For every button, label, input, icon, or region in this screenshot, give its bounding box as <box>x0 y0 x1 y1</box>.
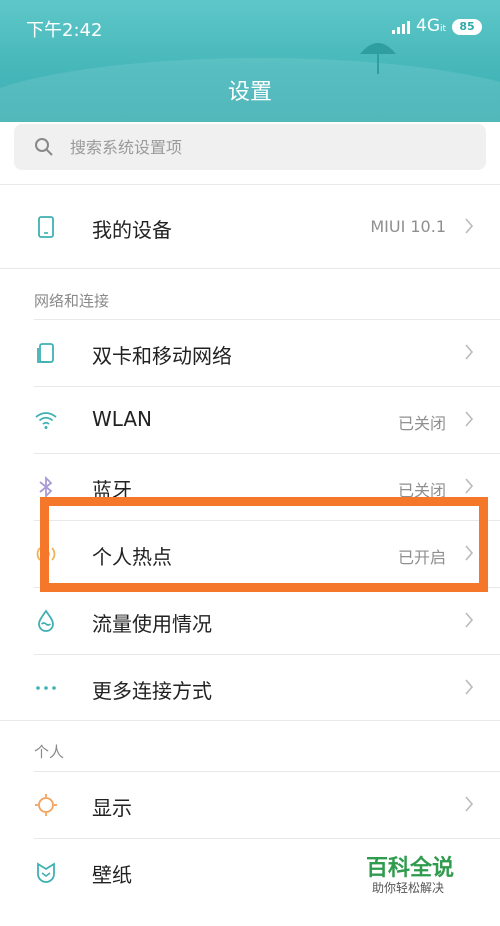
chevron-right-icon <box>465 478 474 494</box>
brightness-icon <box>35 794 57 816</box>
battery-icon: 85 <box>452 19 482 35</box>
row-more-connections[interactable]: 更多连接方式 <box>0 655 500 721</box>
watermark-subtitle: 助你轻松解决 <box>372 881 445 895</box>
section-label-personal: 个人 <box>34 743 65 761</box>
chevron-right-icon <box>465 612 474 628</box>
umbrella-icon <box>360 43 396 74</box>
row-my-device[interactable]: 我的设备 MIUI 10.1 <box>0 194 500 260</box>
watermark-title: 百科全说 <box>366 856 455 881</box>
annotation-highlight-box <box>40 497 488 592</box>
row-label: 我的设备 <box>92 218 172 242</box>
row-label: 更多连接方式 <box>92 679 212 703</box>
bluetooth-icon <box>39 475 53 499</box>
data-usage-icon <box>38 609 54 632</box>
row-value: MIUI 10.1 <box>370 217 446 236</box>
row-label: 流量使用情况 <box>92 612 212 636</box>
header: 下午2:42 4Git 85 设置 <box>0 0 500 122</box>
chevron-right-icon <box>465 796 474 812</box>
search-bar[interactable] <box>14 124 486 170</box>
signal-icon <box>392 20 412 34</box>
chevron-right-icon <box>465 411 474 427</box>
chevron-right-icon <box>465 679 474 695</box>
row-value: 已关闭 <box>397 414 446 433</box>
search-icon <box>35 138 53 156</box>
row-display[interactable]: 显示 <box>0 772 500 838</box>
sim-card-icon <box>37 343 54 363</box>
divider <box>0 268 500 269</box>
row-label: 双卡和移动网络 <box>92 344 232 368</box>
page-title: 设置 <box>227 80 272 105</box>
row-label: 壁纸 <box>92 863 132 887</box>
row-dual-sim[interactable]: 双卡和移动网络 <box>0 320 500 386</box>
row-label: 显示 <box>92 796 132 820</box>
network-sub: it <box>440 24 447 34</box>
status-bar: 下午2:42 4Git 85 <box>0 0 500 54</box>
chevron-right-icon <box>465 344 474 360</box>
chevron-right-icon <box>465 218 474 234</box>
watermark: 百科全说 助你轻松解决 <box>346 846 496 906</box>
row-label: WLAN <box>92 407 153 431</box>
row-data-usage[interactable]: 流量使用情况 <box>0 588 500 654</box>
phone-icon <box>38 216 54 238</box>
network-indicator: 4Git <box>416 16 446 36</box>
more-dots-icon <box>36 686 56 690</box>
search-input[interactable] <box>70 132 460 162</box>
divider <box>0 184 500 185</box>
network-type: 4G <box>416 16 440 36</box>
status-time: 下午2:42 <box>26 20 103 41</box>
row-wlan[interactable]: WLAN 已关闭 <box>0 387 500 453</box>
wallpaper-icon <box>37 862 55 883</box>
divider <box>0 720 500 721</box>
section-label-network: 网络和连接 <box>34 292 110 310</box>
wifi-icon <box>35 412 57 429</box>
